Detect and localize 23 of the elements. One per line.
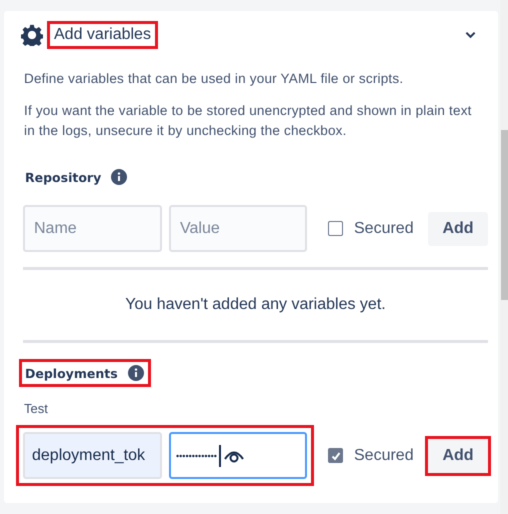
value-field[interactable]: ••••••••••••• (169, 432, 307, 479)
add-button[interactable]: Add (428, 438, 488, 472)
secured-checkbox[interactable] (328, 448, 343, 463)
name-field[interactable]: deployment_tok (23, 432, 162, 479)
chevron-icon[interactable] (465, 31, 476, 39)
description-text: If you want the variable to be stored unencrypted and shown in plain text in the logs, unsecure it by unchecking the checkbox. (24, 102, 473, 140)
value-field[interactable]: Value (169, 205, 307, 252)
gear-icon (21, 24, 43, 46)
scrollbar[interactable] (500, 0, 508, 514)
secured-label: Secured (354, 220, 414, 238)
secured-checkbox[interactable] (328, 221, 343, 236)
add-button[interactable]: Add (428, 212, 488, 246)
description-text: Define variables that can be used in your YAML file or scripts. (24, 70, 404, 88)
section-label: Deployments (25, 366, 118, 380)
empty-message: You haven't added any variables yet. (124, 295, 387, 315)
info-icon[interactable] (128, 365, 144, 381)
secured-label: Secured (354, 446, 414, 464)
environment-label: Test (24, 401, 49, 416)
eye-icon[interactable] (222, 448, 245, 462)
section-title: Add variables (47, 21, 158, 49)
section-label: Repository (25, 170, 102, 184)
name-field[interactable]: Name (23, 205, 162, 252)
info-icon[interactable] (111, 169, 128, 185)
